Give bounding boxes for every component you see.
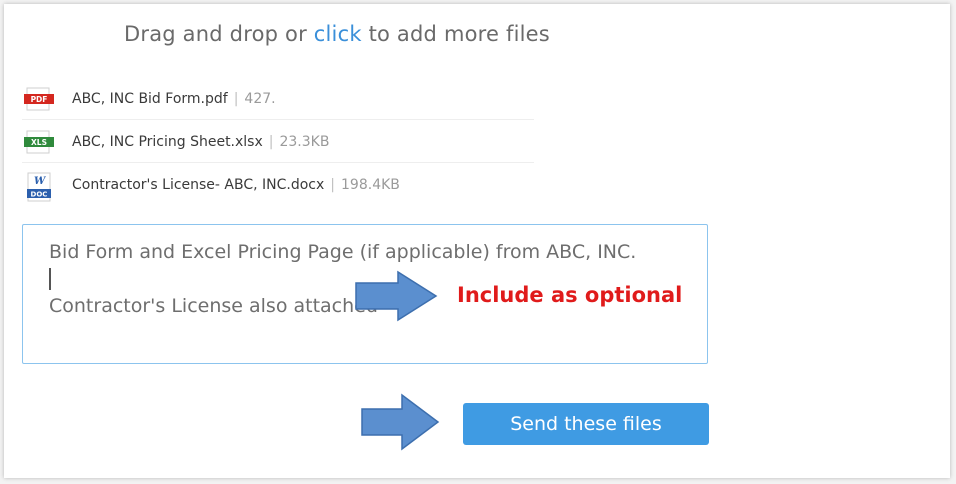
file-separator: | [330, 177, 336, 193]
add-files-link[interactable]: click [314, 22, 362, 46]
annotation-arrow-icon [361, 393, 440, 451]
pdf-icon-label: PDF [31, 95, 48, 104]
annotation-arrow-icon [355, 270, 438, 322]
file-size: 198.4KB [341, 177, 400, 193]
message-line-1: Bid Form and Excel Pricing Page (if appl… [49, 241, 637, 263]
file-name: ABC, INC Bid Form.pdf [72, 91, 228, 107]
upload-panel: Drag and drop or click to add more files… [4, 4, 950, 478]
send-files-button[interactable]: Send these files [463, 403, 709, 445]
file-name: ABC, INC Pricing Sheet.xlsx [72, 134, 263, 150]
dropzone-hint[interactable]: Drag and drop or click to add more files [124, 22, 550, 46]
xls-icon-label: XLS [31, 138, 47, 147]
file-row-xlsx: XLS ABC, INC Pricing Sheet.xlsx | 23.3KB [22, 122, 534, 163]
dropzone-prefix: Drag and drop or [124, 22, 314, 46]
doc-icon-label: DOC [31, 191, 48, 199]
file-row-docx: W DOC Contractor's License- ABC, INC.doc… [22, 165, 534, 205]
file-separator: | [268, 134, 274, 150]
annotation-label: Include as optional [457, 283, 683, 307]
svg-text:W: W [34, 176, 47, 187]
pdf-file-icon: PDF [24, 86, 54, 112]
dropzone-suffix: to add more files [361, 22, 550, 46]
file-size: 23.3KB [279, 134, 330, 150]
file-name: Contractor's License- ABC, INC.docx [72, 177, 325, 193]
excel-file-icon: XLS [24, 129, 54, 155]
file-size: 427. [244, 91, 276, 107]
file-row-pdf: PDF ABC, INC Bid Form.pdf | 427. [22, 79, 534, 120]
word-file-icon: W DOC [24, 172, 54, 202]
file-separator: | [233, 91, 239, 107]
text-caret [49, 268, 51, 290]
